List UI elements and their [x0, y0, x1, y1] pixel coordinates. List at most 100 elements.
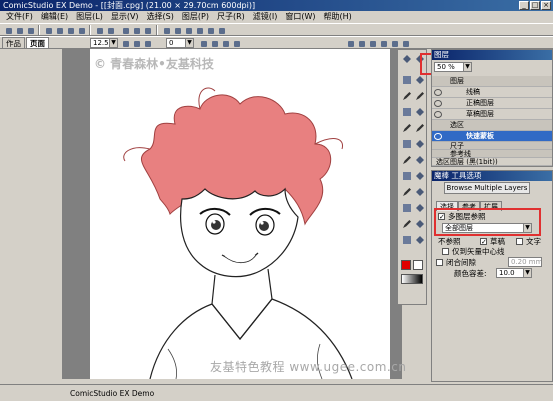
chevron-down-icon[interactable]: ▼: [463, 63, 471, 71]
scratch-tool-icon[interactable]: [414, 202, 426, 214]
paste-icon[interactable]: [76, 25, 86, 35]
eye-icon[interactable]: [434, 111, 442, 118]
airbrush-tool-icon[interactable]: [414, 122, 426, 134]
hand-tool-icon[interactable]: [401, 218, 413, 230]
shape-tool-icon[interactable]: [414, 154, 426, 166]
menu-help[interactable]: 帮助(H): [320, 11, 356, 23]
undo-icon[interactable]: [94, 25, 104, 35]
zoom-in-icon[interactable]: [120, 38, 130, 48]
layer-row[interactable]: 线稿: [432, 87, 552, 98]
line-tool-icon[interactable]: [401, 154, 413, 166]
text-icon[interactable]: [172, 25, 182, 35]
eraser-tool-icon[interactable]: [414, 106, 426, 118]
layer-group-row[interactable]: 图层: [432, 76, 552, 87]
layer-group-row[interactable]: 参考线: [432, 150, 552, 158]
tone-icon[interactable]: [183, 25, 193, 35]
chevron-down-icon[interactable]: ▼: [185, 39, 193, 47]
rotate-left-icon[interactable]: [198, 38, 208, 48]
print-icon[interactable]: [43, 25, 53, 35]
cut-icon[interactable]: [54, 25, 64, 35]
menu-view[interactable]: 显示(V): [107, 11, 143, 23]
rotate-tool-icon[interactable]: [401, 234, 413, 246]
menu-edit[interactable]: 编辑(E): [37, 11, 72, 23]
page-canvas[interactable]: [90, 49, 390, 379]
menu-image[interactable]: 图层(P): [178, 11, 213, 23]
eye-icon[interactable]: [434, 133, 442, 140]
move-tool-icon[interactable]: [401, 53, 413, 65]
fill-tool-icon[interactable]: [401, 138, 413, 150]
mask-icon[interactable]: [194, 25, 204, 35]
maximize-button[interactable]: □: [530, 1, 540, 10]
layer-row[interactable]: 正稿图层: [432, 98, 552, 109]
layer-row[interactable]: 草稿图层: [432, 109, 552, 120]
close-gap-checkbox[interactable]: [436, 259, 443, 266]
angle-field[interactable]: 0 ▼: [166, 38, 194, 48]
chevron-down-icon[interactable]: ▼: [523, 269, 531, 277]
close-button[interactable]: ×: [541, 1, 551, 10]
layer-group-row[interactable]: 选区: [432, 120, 552, 131]
tab-page[interactable]: 页面: [26, 37, 49, 48]
layer-group-row[interactable]: 尺子: [432, 142, 552, 150]
pencil-tool-icon[interactable]: [414, 90, 426, 102]
gradient-tool-icon[interactable]: [414, 138, 426, 150]
eyedropper-tool-icon[interactable]: [414, 234, 426, 246]
color-mode-bar[interactable]: [401, 274, 423, 284]
text-tool-icon[interactable]: [401, 170, 413, 182]
layers-zoom-field[interactable]: 50 % ▼: [434, 62, 472, 72]
frame-tool-icon[interactable]: [414, 186, 426, 198]
tone-tool-icon[interactable]: [401, 202, 413, 214]
main-color-swatch[interactable]: [401, 260, 411, 270]
grid-icon[interactable]: [205, 25, 215, 35]
text-checkbox[interactable]: [516, 238, 523, 245]
eraser-icon[interactable]: [378, 38, 388, 48]
brush-icon[interactable]: [356, 38, 366, 48]
open-icon[interactable]: [14, 25, 24, 35]
reset-icon[interactable]: [231, 38, 241, 48]
frame-icon[interactable]: [161, 25, 171, 35]
fill-icon[interactable]: [389, 38, 399, 48]
marquee-icon[interactable]: [414, 74, 426, 86]
pencil-icon[interactable]: [367, 38, 377, 48]
zoom-tool-icon[interactable]: [414, 218, 426, 230]
ruler-icon[interactable]: [142, 25, 152, 35]
browse-multiple-layers-button[interactable]: Browse Multiple Layers: [444, 182, 530, 194]
sub-color-swatch[interactable]: [413, 260, 423, 270]
eye-icon[interactable]: [434, 100, 442, 107]
minimize-button[interactable]: _: [519, 1, 529, 10]
canvas-area[interactable]: [62, 49, 402, 379]
zoom-field[interactable]: 12.5 ▼: [90, 38, 118, 48]
rotate-right-icon[interactable]: [209, 38, 219, 48]
copy-icon[interactable]: [65, 25, 75, 35]
magic-wand-icon[interactable]: [401, 74, 413, 86]
pen-icon[interactable]: [345, 38, 355, 48]
hand-icon[interactable]: [400, 38, 410, 48]
gap-field[interactable]: 0.20 mm: [508, 257, 542, 267]
page-icon[interactable]: [120, 25, 130, 35]
save-icon[interactable]: [25, 25, 35, 35]
guide-icon[interactable]: [216, 25, 226, 35]
menu-filter[interactable]: 滤镜(I): [249, 11, 282, 23]
menu-file[interactable]: 文件(F): [2, 11, 37, 23]
pen-tool-icon[interactable]: [401, 90, 413, 102]
flip-icon[interactable]: [220, 38, 230, 48]
layer-row-selected[interactable]: 快速蒙板: [432, 131, 552, 142]
eye-icon[interactable]: [434, 89, 442, 96]
balloon-tool-icon[interactable]: [414, 170, 426, 182]
ruler-tool-icon[interactable]: [401, 186, 413, 198]
menu-select[interactable]: 选择(S): [143, 11, 178, 23]
marker-tool-icon[interactable]: [401, 122, 413, 134]
zoom-out-icon[interactable]: [131, 38, 141, 48]
chevron-down-icon[interactable]: ▼: [109, 39, 117, 47]
tab-work[interactable]: 作品: [2, 37, 25, 48]
fit-icon[interactable]: [142, 38, 152, 48]
tolerance-field[interactable]: 10.0 ▼: [496, 268, 532, 278]
new-icon[interactable]: [3, 25, 13, 35]
layer-icon[interactable]: [131, 25, 141, 35]
menu-layer[interactable]: 图层(L): [72, 11, 107, 23]
menu-window[interactable]: 窗口(W): [281, 11, 319, 23]
menu-ruler[interactable]: 尺子(R): [213, 11, 249, 23]
vector-center-checkbox[interactable]: [442, 248, 449, 255]
redo-icon[interactable]: [105, 25, 115, 35]
brush-tool-icon[interactable]: [401, 106, 413, 118]
draft-checkbox[interactable]: ✓: [480, 238, 487, 246]
